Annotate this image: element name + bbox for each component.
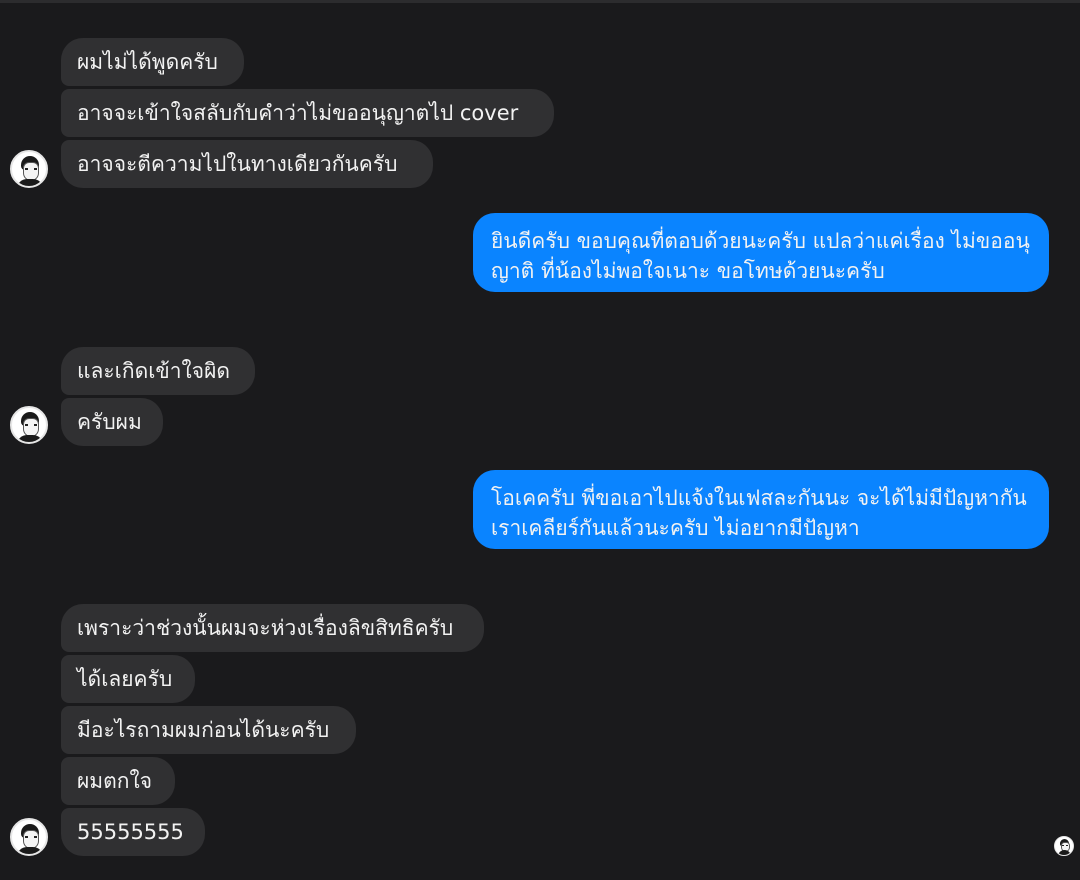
incoming-message[interactable]: และเกิดเข้าใจผิด bbox=[61, 347, 255, 395]
top-divider bbox=[0, 0, 1080, 3]
seen-avatar-icon bbox=[1054, 836, 1074, 856]
incoming-message[interactable]: ได้เลยครับ bbox=[61, 655, 195, 703]
contact-avatar-icon[interactable] bbox=[10, 150, 48, 188]
incoming-message[interactable]: เพราะว่าช่วงนั้นผมจะห่วงเรื่องลิขสิทธิคร… bbox=[61, 604, 484, 652]
incoming-message[interactable]: 55555555 bbox=[61, 808, 205, 856]
incoming-message[interactable]: ผมตกใจ bbox=[61, 757, 175, 805]
contact-avatar-icon[interactable] bbox=[10, 406, 48, 444]
contact-avatar-icon[interactable] bbox=[10, 818, 48, 856]
incoming-message[interactable]: ครับผม bbox=[61, 398, 163, 446]
incoming-message[interactable]: ผมไม่ได้พูดครับ bbox=[61, 38, 244, 86]
incoming-message[interactable]: มีอะไรถามผมก่อนได้นะครับ bbox=[61, 706, 356, 754]
incoming-message[interactable]: อาจจะเข้าใจสลับกับคำว่าไม่ขออนุญาตไป cov… bbox=[61, 89, 554, 137]
incoming-message[interactable]: อาจจะตีความไปในทางเดียวกันครับ bbox=[61, 140, 433, 188]
outgoing-message[interactable]: โอเคครับ พี่ขอเอาไปแจ้งในเฟสละกันนะ จะได… bbox=[473, 470, 1049, 549]
outgoing-message[interactable]: ยินดีครับ ขอบคุณที่ตอบด้วยนะครับ แปลว่าแ… bbox=[473, 213, 1049, 292]
